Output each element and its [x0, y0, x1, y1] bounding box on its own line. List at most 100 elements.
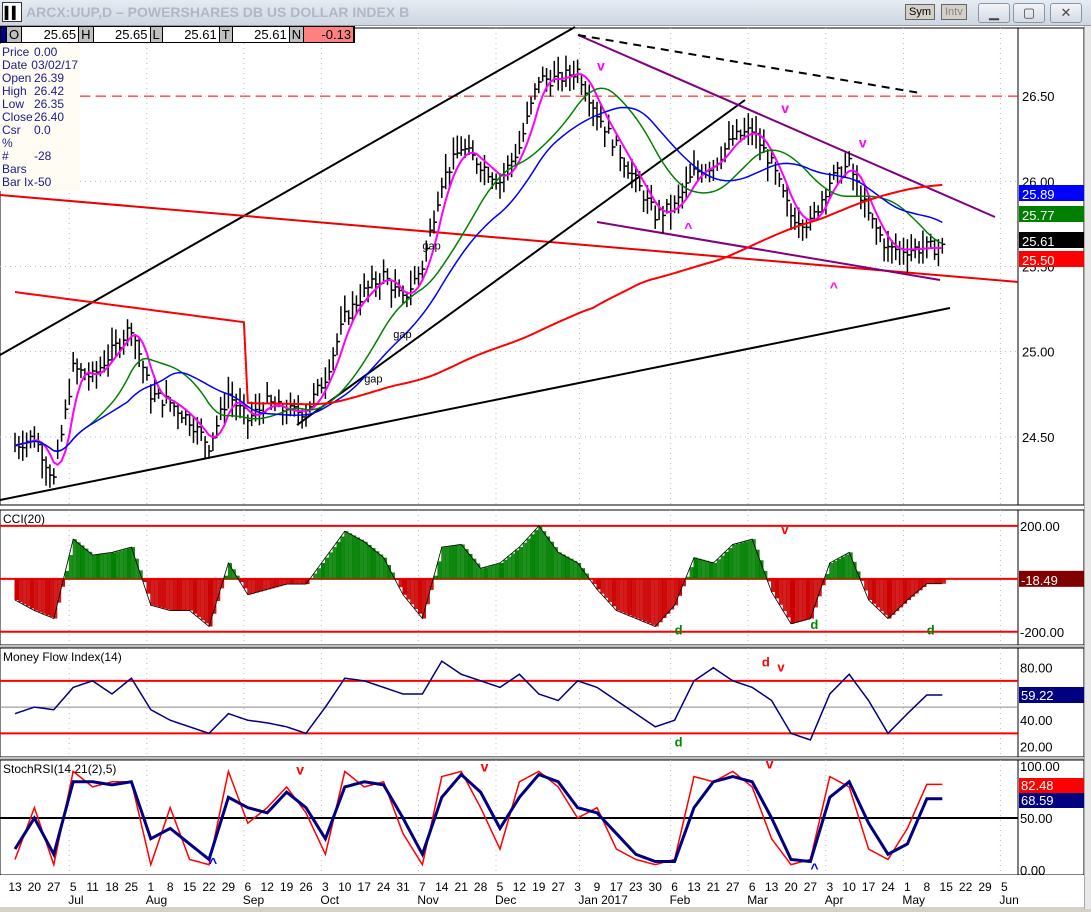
info-row: Bar Ix -50 — [2, 175, 52, 189]
chart-svg: 26.5026.0025.5025.0024.50gapgapgapvvv^^2… — [0, 26, 1085, 907]
x-day-label: 19 — [532, 880, 546, 894]
x-day-label: 29 — [978, 880, 992, 894]
minimize-button[interactable]: ▁ — [978, 3, 1010, 23]
mfi-tick-label: 40.00 — [1020, 713, 1053, 728]
x-day-label: 23 — [629, 880, 643, 894]
x-day-label: 13 — [765, 880, 779, 894]
x-day-label: 12 — [513, 880, 527, 894]
stoch-annotation: ^ — [810, 860, 818, 876]
x-day-label: 8 — [167, 880, 174, 894]
x-day-label: 5 — [70, 880, 77, 894]
x-day-label: 24 — [881, 880, 895, 894]
annotation-label: gap — [422, 240, 440, 252]
x-day-label: 27 — [804, 880, 818, 894]
x-day-label: 18 — [105, 880, 119, 894]
panel-frame — [0, 647, 1019, 758]
x-month-label: Mar — [747, 893, 768, 907]
restore-button[interactable]: ▢ — [1013, 3, 1045, 23]
last-value-label: 25.61 — [1022, 234, 1055, 249]
chart-area[interactable]: 26.5026.0025.5025.0024.50gapgapgapvvv^^2… — [0, 26, 1085, 907]
x-day-label: 27 — [47, 880, 61, 894]
x-month-label: May — [902, 893, 925, 907]
annotation-label: v — [859, 134, 867, 150]
stoch-tick-label: 50.00 — [1020, 811, 1053, 826]
last-value-label: 25.89 — [1022, 187, 1055, 202]
cci-annotation: d — [810, 617, 818, 632]
x-day-label: 25 — [125, 880, 139, 894]
cci-annotation: d — [675, 622, 683, 637]
stoch-k-label: 82.48 — [1021, 778, 1054, 793]
x-day-label: 22 — [202, 880, 216, 894]
open-value: 25.65 — [22, 27, 80, 42]
vertical-scrollbar[interactable] — [1084, 26, 1091, 909]
cci-tick-label: -200.00 — [1020, 625, 1064, 640]
mfi-tick-label: 20.00 — [1020, 739, 1053, 754]
cci-tick-label: 200.00 — [1020, 519, 1060, 534]
x-day-label: 1 — [904, 880, 911, 894]
x-day-label: 17 — [862, 880, 876, 894]
last-value-label: 25.77 — [1022, 208, 1055, 223]
mfi-tick-label: 80.00 — [1020, 661, 1053, 676]
x-day-label: 7 — [419, 880, 426, 894]
x-day-label: 15 — [183, 880, 197, 894]
x-month-label: Jul — [68, 893, 83, 907]
x-month-label: Aug — [146, 893, 167, 907]
x-day-label: 6 — [671, 880, 678, 894]
x-day-label: 27 — [552, 880, 566, 894]
cci-annotation: v — [781, 522, 789, 537]
x-day-label: 15 — [940, 880, 954, 894]
mfi-annotation: d — [675, 734, 683, 749]
last-value: 25.61 — [233, 27, 290, 42]
x-day-label: 13 — [687, 880, 701, 894]
annotation-label: gap — [393, 329, 411, 341]
annotation-label: ^ — [830, 279, 838, 295]
intv-button[interactable]: Intv — [941, 4, 967, 20]
ohlc-bar: O 25.65 H 25.65 L 25.61 T 25.61 N -0.13 — [0, 26, 356, 43]
high-value: 25.65 — [94, 27, 151, 42]
open-label: O — [7, 27, 23, 42]
sym-button[interactable]: Sym — [905, 4, 935, 20]
title-bar: ▌▌ ARCX:UUP,D – POWERSHARES DB US DOLLAR… — [0, 0, 1091, 26]
x-day-label: 3 — [826, 880, 833, 894]
x-day-label: 9 — [594, 880, 601, 894]
x-day-label: 3 — [574, 880, 581, 894]
x-day-label: 12 — [261, 880, 275, 894]
x-day-label: 6 — [749, 880, 756, 894]
x-day-label: 21 — [707, 880, 721, 894]
net-change-value: -0.13 — [304, 27, 355, 42]
low-value: 25.61 — [163, 27, 220, 42]
mfi-annotation: d — [762, 654, 770, 669]
x-month-label: Nov — [417, 893, 438, 907]
close-button[interactable]: ✕ — [1050, 3, 1082, 23]
x-day-label: 24 — [377, 880, 391, 894]
annotation-label: v — [781, 100, 789, 116]
x-day-label: 5 — [1001, 880, 1008, 894]
x-month-label: Sep — [243, 893, 265, 907]
x-day-label: 20 — [28, 880, 42, 894]
stoch-annotation: v — [481, 758, 489, 774]
x-day-label: 26 — [299, 880, 313, 894]
x-day-label: 3 — [322, 880, 329, 894]
x-day-label: 17 — [610, 880, 624, 894]
info-row: # Bars -28 — [2, 149, 52, 176]
stoch-annotation: v — [766, 755, 774, 771]
stochrsi-title: StochRSI(14,21(2),5) — [3, 762, 116, 776]
x-day-label: 30 — [649, 880, 663, 894]
stoch-d-label: 68.59 — [1021, 793, 1054, 808]
low-label: L — [150, 27, 163, 42]
price-tick-label: 26.50 — [1022, 89, 1055, 104]
window-title: ARCX:UUP,D – POWERSHARES DB US DOLLAR IN… — [26, 4, 410, 20]
mfi-last-label: 59.22 — [1021, 688, 1054, 703]
x-day-label: 5 — [497, 880, 504, 894]
x-month-label: Apr — [825, 893, 844, 907]
mfi-title: Money Flow Index(14) — [3, 650, 122, 664]
x-day-label: 17 — [358, 880, 372, 894]
last-label: T — [219, 27, 233, 42]
x-day-label: 10 — [843, 880, 857, 894]
cci-annotation: d — [927, 622, 935, 637]
x-day-label: 22 — [959, 880, 973, 894]
x-day-label: 20 — [784, 880, 798, 894]
stoch-annotation: ^ — [209, 855, 217, 871]
x-day-label: 19 — [280, 880, 294, 894]
x-month-label: Jun — [999, 893, 1018, 907]
